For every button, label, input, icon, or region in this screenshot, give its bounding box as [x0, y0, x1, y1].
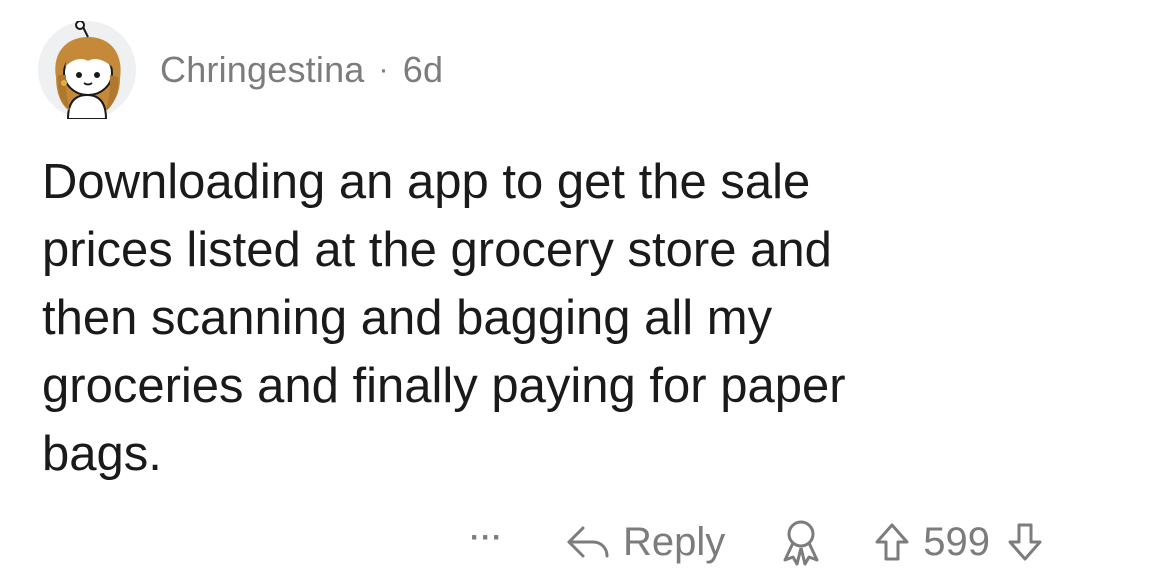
- upvote-arrow-icon[interactable]: [873, 521, 911, 563]
- downvote-arrow-icon[interactable]: [1006, 521, 1044, 563]
- snoo-avatar-icon: [38, 21, 136, 119]
- award-button[interactable]: [779, 518, 823, 566]
- reply-label: Reply: [622, 519, 726, 564]
- award-icon: [783, 520, 819, 566]
- comment-header: Chringestina · 6d: [38, 20, 443, 120]
- avatar[interactable]: [38, 21, 136, 119]
- more-options-icon[interactable]: ···: [470, 523, 503, 561]
- author-name[interactable]: Chringestina: [160, 49, 365, 91]
- comment-card: Chringestina · 6d Downloading an app to …: [0, 0, 1170, 585]
- comment-age: 6d: [402, 49, 444, 90]
- vote-controls: 599: [873, 520, 1044, 565]
- comment-actions: ··· Reply 599: [470, 512, 1044, 572]
- vote-score: 599: [923, 519, 990, 564]
- reply-arrow-icon: [567, 526, 609, 558]
- meta-separator: ·: [378, 53, 389, 86]
- comment-meta: Chringestina · 6d: [160, 49, 443, 91]
- comment-body: Downloading an app to get the sale price…: [42, 155, 846, 481]
- reply-button[interactable]: Reply: [563, 520, 725, 565]
